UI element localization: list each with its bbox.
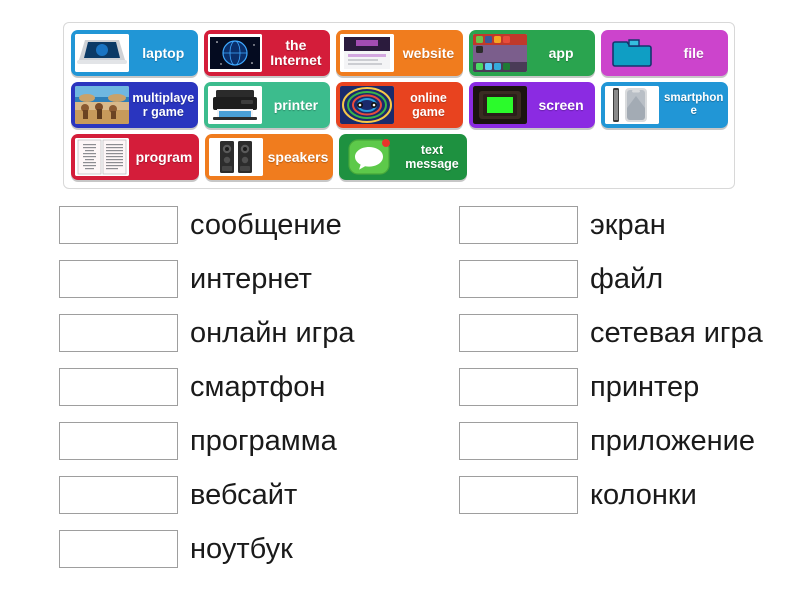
tile-label: website — [402, 44, 455, 61]
answer-row: программа — [0, 414, 400, 468]
tile-label: printer — [273, 96, 319, 113]
answer-row — [400, 522, 800, 576]
answer-column-right: экран файл сетевая игра принтер приложение ко… — [400, 198, 800, 576]
word-tile-file[interactable]: file — [601, 30, 728, 76]
answer-word: файл — [590, 262, 664, 295]
laptop-thumb — [75, 34, 129, 72]
tile-label: laptop — [142, 44, 185, 61]
answer-word: ноутбук — [190, 532, 293, 565]
answer-row: онлайн игра — [0, 306, 400, 360]
internet-globe-thumb — [207, 34, 262, 72]
text-message-thumb — [343, 138, 397, 176]
answer-word: экран — [590, 208, 666, 241]
answer-word: принтер — [590, 370, 700, 403]
word-tile-laptop[interactable]: laptop — [71, 30, 198, 76]
answer-word: сетевая игра — [590, 316, 763, 349]
smartphone-thumb — [605, 86, 660, 124]
tile-label: file — [683, 44, 704, 61]
word-tile-text-message[interactable]: text message — [339, 134, 467, 180]
tile-label: text message — [405, 143, 459, 171]
printer-thumb — [207, 86, 262, 124]
drop-box[interactable] — [459, 206, 578, 244]
tile-row: program speakers text message — [71, 134, 734, 180]
website-page-thumb — [340, 34, 395, 72]
word-tile-program[interactable]: program — [71, 134, 199, 180]
answer-row: сообщение — [0, 198, 400, 252]
word-tile-smartphone[interactable]: smartphone — [601, 82, 728, 128]
answer-row: смартфон — [0, 360, 400, 414]
tile-label: screen — [538, 96, 584, 113]
screen-thumb — [472, 86, 527, 124]
tile-label: the Internet — [270, 37, 322, 68]
drop-box[interactable] — [59, 260, 178, 298]
answer-word: интернет — [190, 262, 312, 295]
answer-word: вебсайт — [190, 478, 298, 511]
answer-row: экран — [400, 198, 800, 252]
answer-word: онлайн игра — [190, 316, 355, 349]
program-document-thumb — [75, 138, 129, 176]
tile-label: speakers — [267, 148, 329, 165]
tile-label: multiplayer game — [132, 91, 195, 119]
answer-row: файл — [400, 252, 800, 306]
answer-row: ноутбук — [0, 522, 400, 576]
word-tile-printer[interactable]: printer — [203, 82, 331, 128]
speakers-thumb — [209, 138, 263, 176]
word-tile-multiplayer-game[interactable]: multiplayer game — [71, 82, 198, 128]
answer-word: смартфон — [190, 370, 326, 403]
drop-box[interactable] — [59, 206, 178, 244]
answer-row: приложение — [400, 414, 800, 468]
drop-box[interactable] — [459, 260, 578, 298]
drop-box[interactable] — [459, 476, 578, 514]
answer-word: сообщение — [190, 208, 342, 241]
tile-label: smartphone — [663, 92, 724, 117]
word-tile-app[interactable]: app — [468, 30, 596, 76]
answer-row: вебсайт — [0, 468, 400, 522]
answer-word: приложение — [590, 424, 755, 457]
answer-column-left: сообщение интернет онлайн игра смартфон прог… — [0, 198, 400, 576]
tile-label: program — [135, 148, 193, 165]
drop-box[interactable] — [59, 314, 178, 352]
drop-box[interactable] — [459, 422, 578, 460]
tile-label: online game — [410, 91, 447, 119]
answer-row: интернет — [0, 252, 400, 306]
word-tile-website[interactable]: website — [336, 30, 463, 76]
drop-box[interactable] — [59, 422, 178, 460]
word-tile-the-internet[interactable]: the Internet — [203, 30, 331, 76]
folder-icon — [605, 34, 659, 72]
answer-word: программа — [190, 424, 337, 457]
answer-row: принтер — [400, 360, 800, 414]
app-phone-thumb — [472, 34, 527, 72]
tile-label: app — [548, 44, 574, 61]
online-game-thumb — [340, 86, 395, 124]
answer-row: сетевая игра — [400, 306, 800, 360]
drop-box[interactable] — [59, 530, 178, 568]
answer-row: колонки — [400, 468, 800, 522]
drop-box[interactable] — [459, 314, 578, 352]
tile-bank: laptop the Internet website app file mul… — [63, 22, 735, 189]
tile-row: multiplayer game printer online game scr… — [71, 82, 734, 128]
word-tile-online-game[interactable]: online game — [336, 82, 463, 128]
drop-box[interactable] — [459, 368, 578, 406]
drop-box[interactable] — [59, 368, 178, 406]
word-tile-speakers[interactable]: speakers — [205, 134, 333, 180]
tile-row: laptop the Internet website app file — [71, 30, 734, 76]
drop-box[interactable] — [59, 476, 178, 514]
word-tile-screen[interactable]: screen — [468, 82, 596, 128]
multiplayer-game-thumb — [75, 86, 129, 124]
answer-area: сообщение интернет онлайн игра смартфон прог… — [0, 198, 800, 576]
answer-word: колонки — [590, 478, 697, 511]
